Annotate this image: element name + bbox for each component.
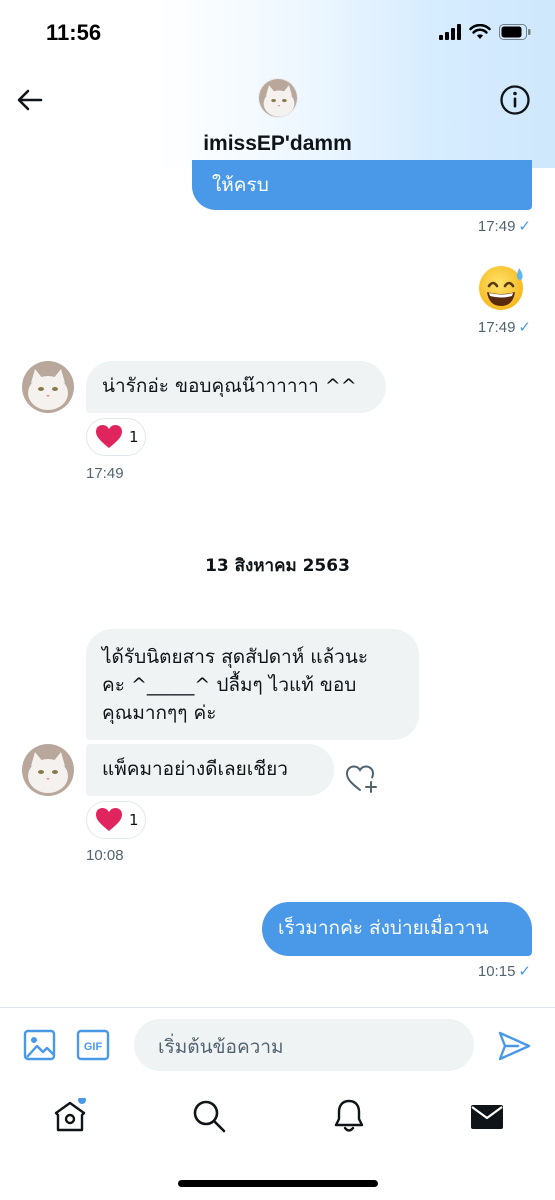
date-separator: 13 สิงหาคม 2563 bbox=[205, 556, 350, 576]
message-timestamp: 17:49 ✓ bbox=[478, 318, 531, 336]
cat-avatar-image bbox=[22, 744, 74, 796]
heart-icon bbox=[96, 425, 122, 448]
status-time: 11:56 bbox=[46, 20, 102, 45]
cat-avatar-image bbox=[259, 79, 297, 117]
heart-reaction[interactable]: 1 bbox=[86, 418, 146, 456]
message-text: แพ็คมาอย่างดีเลยเชียว bbox=[102, 758, 288, 780]
signal-icon bbox=[439, 24, 461, 40]
info-icon[interactable] bbox=[499, 84, 531, 116]
conversation-header: 11:56 imissEP'damm bbox=[0, 0, 555, 168]
image-icon[interactable] bbox=[23, 1028, 57, 1062]
sender-avatar[interactable] bbox=[22, 361, 74, 413]
message-line: ได้รับนิตยสาร สุดสัปดาห์ แล้วนะ bbox=[102, 646, 369, 668]
timestamp-text: 17:49 bbox=[477, 218, 516, 235]
sender-avatar[interactable] bbox=[22, 744, 74, 796]
sent-check-icon: ✓ bbox=[518, 963, 531, 980]
message-timestamp: 17:49 ✓ bbox=[478, 217, 531, 235]
incoming-message[interactable]: ได้รับนิตยสาร สุดสัปดาห์ แล้วนะ คะ ^____… bbox=[86, 629, 419, 740]
cat-avatar-image bbox=[22, 361, 74, 413]
svg-text:GIF: GIF bbox=[84, 1041, 103, 1053]
bell-icon[interactable] bbox=[331, 1098, 367, 1134]
contact-name[interactable]: imissEP'damm bbox=[0, 132, 555, 156]
sent-check-icon: ✓ bbox=[518, 319, 531, 336]
timestamp-text: 10:15 bbox=[477, 963, 516, 980]
home-icon[interactable] bbox=[52, 1098, 88, 1134]
status-icons bbox=[439, 24, 531, 40]
message-text: เร็วมากค่ะ ส่งบ่ายเมื่อวาน bbox=[278, 917, 489, 939]
heart-icon bbox=[96, 808, 122, 831]
back-arrow-icon[interactable] bbox=[14, 84, 46, 116]
header-avatar[interactable] bbox=[258, 78, 298, 118]
message-text: น่ารักอ่ะ ขอบคุณน๊าาาาาา ^^ bbox=[102, 375, 357, 397]
outgoing-emoji-message[interactable] bbox=[477, 262, 533, 312]
reaction-count: 1 bbox=[129, 811, 139, 829]
battery-icon bbox=[499, 24, 531, 40]
timestamp-text: 10:08 bbox=[86, 847, 124, 864]
composer-divider bbox=[0, 1007, 555, 1008]
message-text: ให้ครบ bbox=[212, 174, 269, 196]
wifi-icon bbox=[469, 24, 491, 39]
outgoing-message[interactable]: ให้ครบ bbox=[192, 160, 532, 210]
grinning-sweat-emoji bbox=[479, 266, 523, 310]
incoming-message[interactable]: น่ารักอ่ะ ขอบคุณน๊าาาาาา ^^ bbox=[86, 361, 386, 413]
message-timestamp: 10:15 ✓ bbox=[478, 962, 531, 980]
add-reaction-icon[interactable] bbox=[345, 763, 379, 795]
message-line: คะ ^_____^ ปลื้มๆ ไวแท้ ขอบ bbox=[102, 674, 357, 696]
message-line: คุณมากๆๆ ค่ะ bbox=[102, 702, 217, 724]
status-bar: 11:56 bbox=[0, 0, 555, 70]
search-icon[interactable] bbox=[191, 1098, 227, 1134]
reaction-count: 1 bbox=[129, 428, 139, 446]
message-timestamp: 10:08 bbox=[86, 847, 124, 864]
timestamp-text: 17:49 bbox=[86, 465, 124, 482]
sent-check-icon: ✓ bbox=[518, 218, 531, 235]
home-indicator[interactable] bbox=[178, 1180, 378, 1187]
mail-icon[interactable] bbox=[469, 1098, 505, 1134]
send-icon[interactable] bbox=[496, 1028, 532, 1064]
notification-dot bbox=[78, 1098, 86, 1104]
outgoing-message[interactable]: เร็วมากค่ะ ส่งบ่ายเมื่อวาน bbox=[262, 902, 532, 956]
gif-icon[interactable]: GIF bbox=[76, 1028, 110, 1062]
message-timestamp: 17:49 bbox=[86, 465, 124, 482]
message-input[interactable]: เริ่มต้นข้อความ bbox=[134, 1019, 474, 1071]
incoming-message[interactable]: แพ็คมาอย่างดีเลยเชียว bbox=[86, 744, 334, 796]
timestamp-text: 17:49 bbox=[477, 319, 516, 336]
heart-reaction[interactable]: 1 bbox=[86, 801, 146, 839]
